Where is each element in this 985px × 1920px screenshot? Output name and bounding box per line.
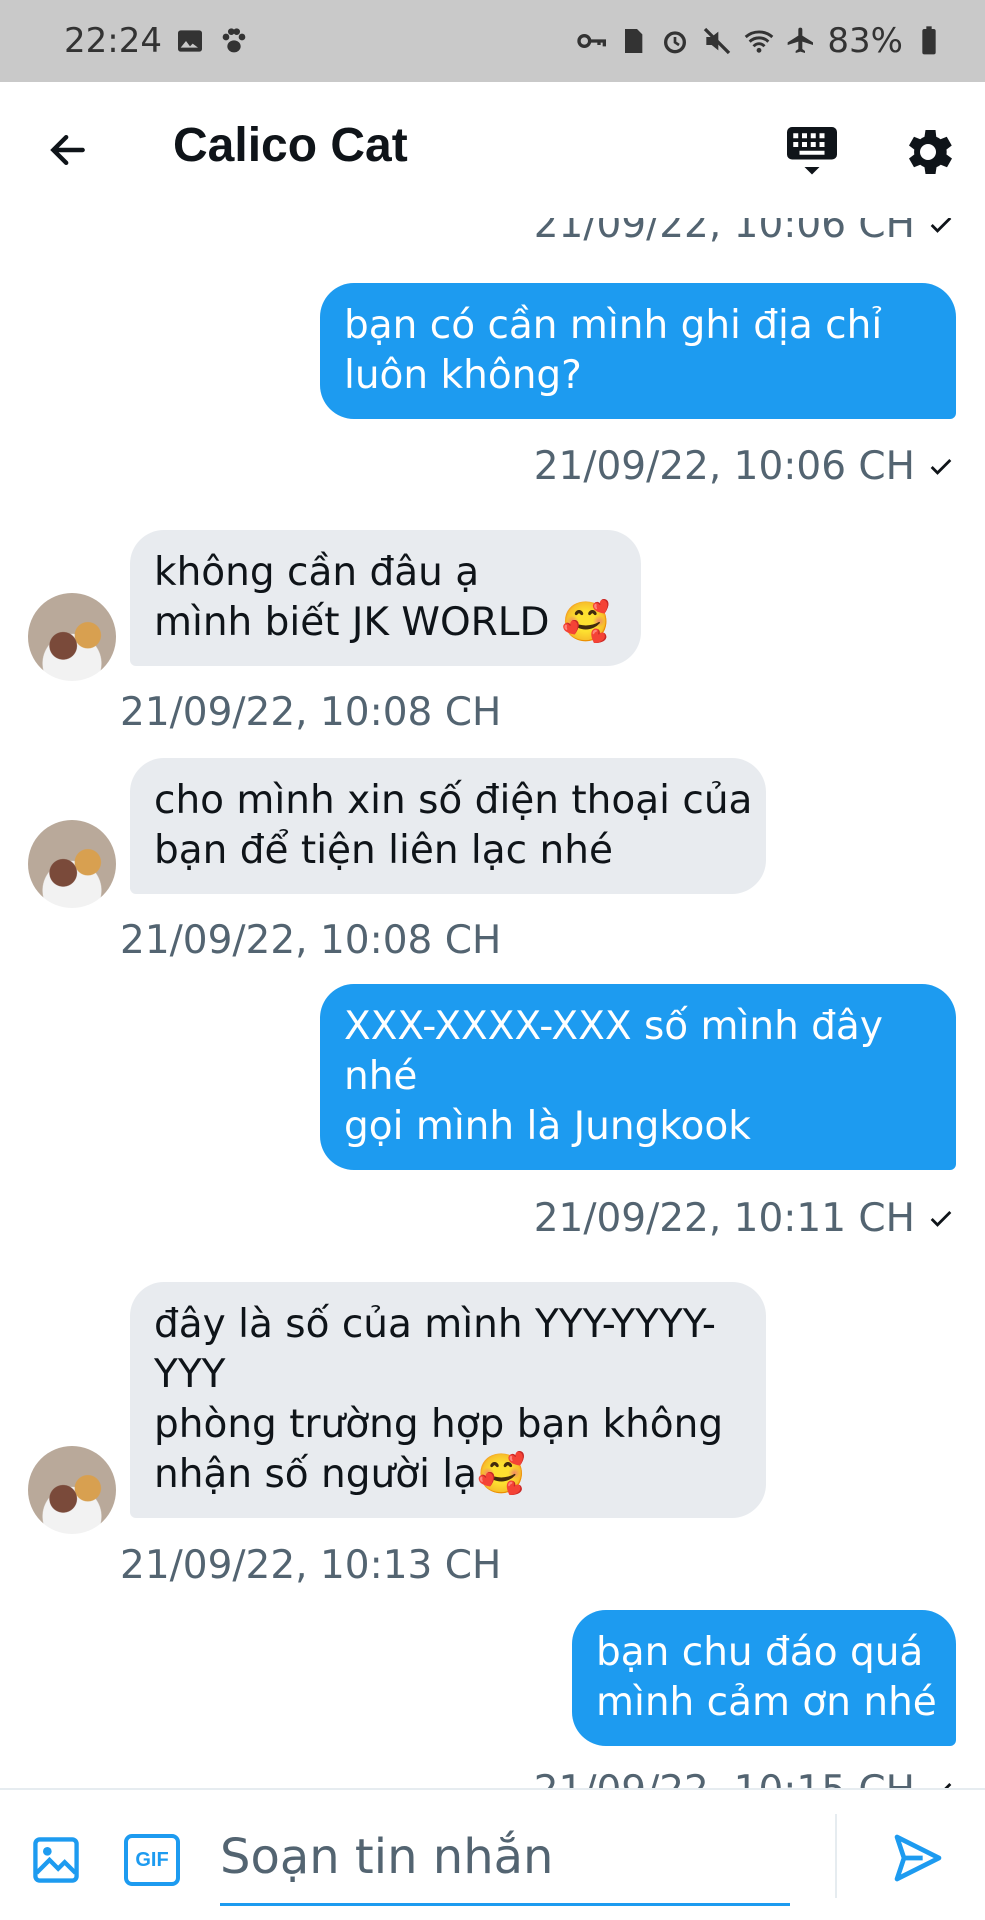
paw-icon [222, 28, 246, 53]
arrow-left-icon [50, 134, 85, 166]
status-right: 83% [575, 21, 945, 61]
gif-button[interactable]: GIF [124, 1834, 180, 1886]
incoming-message-bubble[interactable]: đây là số của mình YYY-YYYY- YYY phòng t… [130, 1282, 766, 1518]
avatar[interactable] [28, 1446, 116, 1534]
composer: GIF [0, 1788, 985, 1920]
add-image-button[interactable] [30, 1834, 82, 1886]
message-input[interactable] [220, 1810, 790, 1906]
incoming-message-bubble[interactable]: không cần đâu ạ mình biết JK WORLD 🥰 [130, 530, 641, 666]
check-icon [930, 218, 952, 233]
image-icon [33, 1837, 79, 1883]
key-icon [577, 34, 607, 48]
outgoing-message-bubble[interactable]: bạn có cần mình ghi địa chỉ luôn không? [320, 283, 956, 419]
message-timestamp: 21/09/22, 10:08 CH [120, 690, 502, 735]
message-timestamp: 21/09/22, 10:06 CH [534, 444, 955, 489]
mute-icon [704, 27, 731, 55]
message-timestamp: 21/09/22, 10:15 CH [534, 1768, 955, 1788]
gear-icon [909, 130, 952, 174]
check-icon [943, 1782, 952, 1788]
outgoing-message-bubble[interactable]: XXX-XXXX-XXX số mình đây nhé gọi mình là… [320, 984, 956, 1170]
message-timestamp: 21/09/22, 10:13 CH [120, 1543, 502, 1588]
status-bar: 22:24 83% [0, 0, 985, 82]
incoming-message-bubble[interactable]: cho mình xin số điện thoại của bạn để ti… [130, 758, 766, 894]
alarm-icon [664, 31, 687, 54]
image-icon [177, 30, 202, 52]
settings-button[interactable] [898, 122, 958, 182]
message-timestamp: 21/09/22, 10:11 CH [534, 1196, 955, 1241]
sim-icon [625, 29, 643, 53]
message-timestamp: 21/09/22, 10:08 CH [120, 918, 502, 963]
status-time: 22:24 [64, 21, 162, 61]
message-list[interactable]: 21/09/22, 10:06 CH bạn có cần mình ghi đ… [0, 218, 985, 1788]
status-left: 22:24 [64, 21, 250, 61]
outgoing-message-bubble[interactable]: bạn chu đáo quá mình cảm ơn nhé [572, 1610, 956, 1746]
message-timestamp: 21/09/22, 10:06 CH [534, 218, 955, 247]
avatar[interactable] [28, 593, 116, 681]
divider [835, 1814, 837, 1898]
check-icon [930, 1210, 952, 1227]
keyboard-toggle-button[interactable] [782, 122, 842, 182]
send-button[interactable] [890, 1830, 946, 1886]
conversation-title: Calico Cat [173, 119, 408, 172]
battery-percent: 83% [827, 21, 903, 61]
check-icon [930, 458, 952, 475]
avatar[interactable] [28, 820, 116, 908]
keyboard-icon [787, 127, 837, 175]
back-button[interactable] [40, 122, 96, 178]
wifi-icon [745, 30, 774, 53]
app-bar: Calico Cat [0, 82, 985, 218]
battery-icon [922, 26, 936, 55]
airplane-icon [788, 27, 814, 53]
send-icon [894, 1834, 942, 1882]
